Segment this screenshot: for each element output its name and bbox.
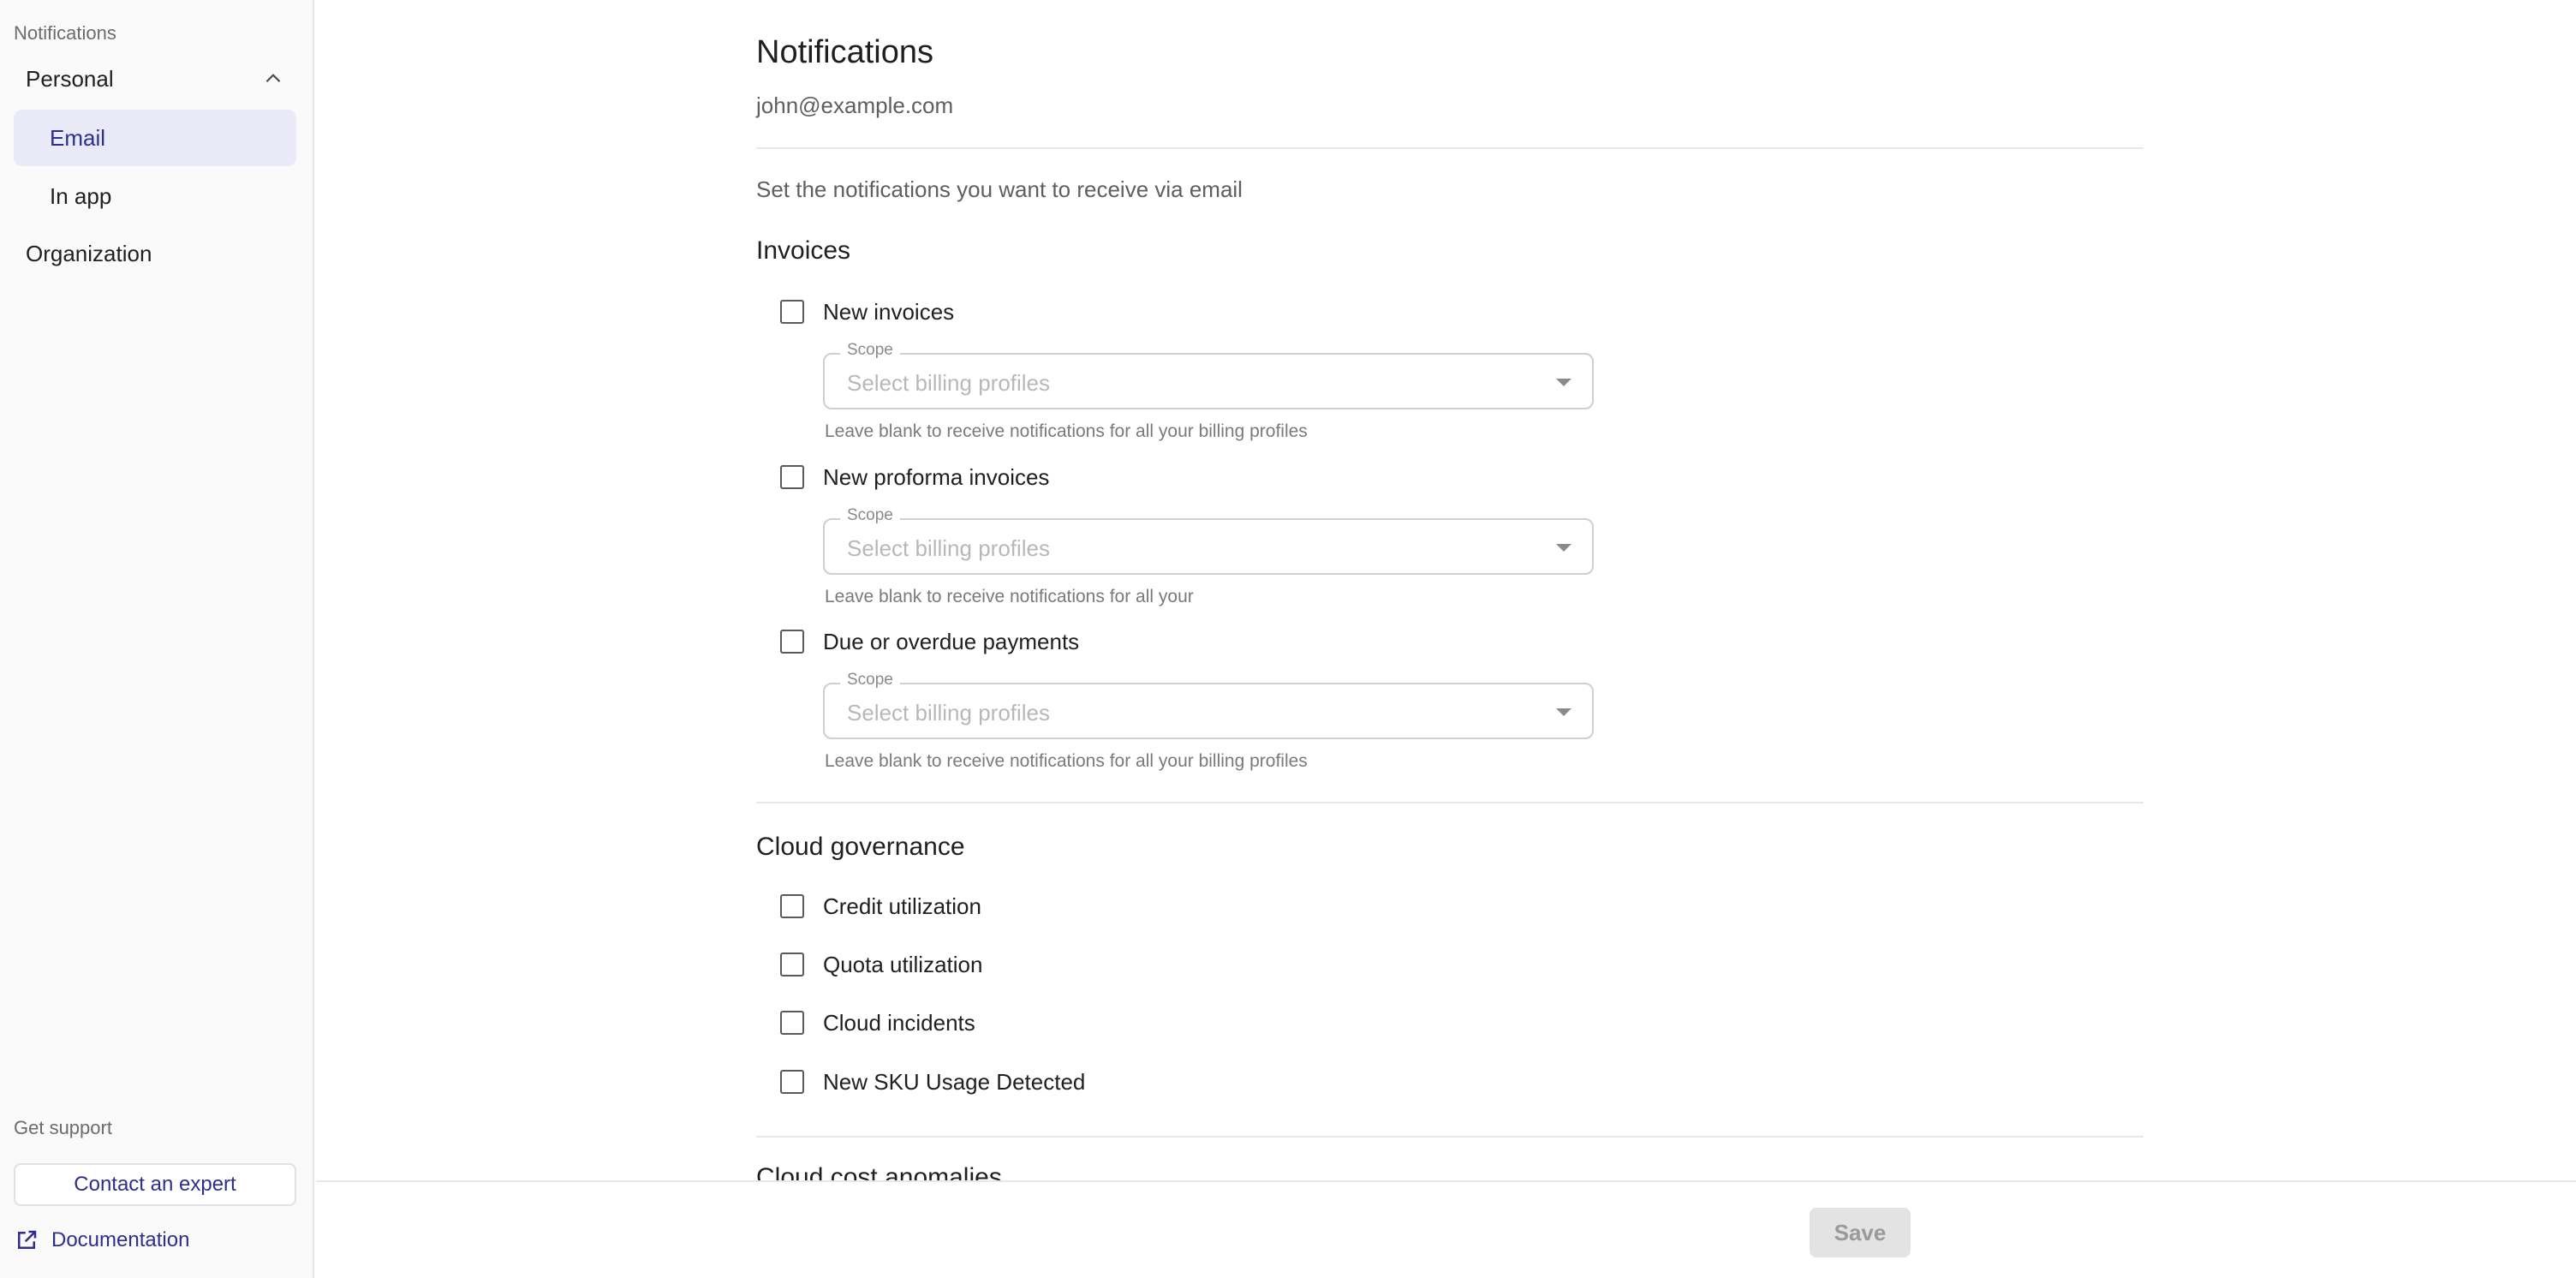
field-legend: Scope: [840, 506, 900, 525]
checkbox-label: Credit utilization: [823, 893, 981, 919]
checkbox-box[interactable]: [780, 1070, 804, 1094]
documentation-label: Documentation: [51, 1228, 190, 1251]
field-help-text: Leave blank to receive notifications for…: [825, 421, 1308, 441]
sidebar: Notifications Personal Email In app Orga…: [0, 0, 314, 1278]
sidebar-item-email[interactable]: Email: [14, 110, 296, 166]
checkbox-label: Quota utilization: [823, 951, 983, 977]
field-placeholder: Select billing profiles: [847, 370, 1051, 396]
checkbox-box[interactable]: [780, 630, 804, 654]
checkbox-new-proforma-invoices[interactable]: New proforma invoices: [780, 460, 1049, 494]
field-help-text: Leave blank to receive notifications for…: [825, 751, 1308, 771]
save-button[interactable]: Save: [1810, 1208, 1911, 1257]
action-bar: Save: [316, 1180, 2576, 1278]
checkbox-label: Cloud incidents: [823, 1009, 975, 1036]
field-help-text: Leave blank to receive notifications for…: [825, 587, 1194, 606]
contact-expert-button[interactable]: Contact an expert: [14, 1163, 296, 1206]
checkbox-label: Due or overdue payments: [823, 628, 1080, 654]
checkbox-quota-utilization[interactable]: Quota utilization: [780, 947, 982, 982]
divider: [756, 147, 2144, 149]
section-title-invoices: Invoices: [756, 236, 851, 265]
checkbox-credit-utilization[interactable]: Credit utilization: [780, 889, 981, 923]
checkbox-box[interactable]: [780, 465, 804, 489]
field-placeholder: Select billing profiles: [847, 535, 1051, 561]
user-email: john@example.com: [756, 93, 954, 118]
scope-select-due-overdue-payments[interactable]: Scope Select billing profiles: [823, 671, 1594, 739]
field-placeholder: Select billing profiles: [847, 700, 1051, 726]
checkbox-box[interactable]: [780, 953, 804, 976]
checkbox-label: New invoices: [823, 298, 955, 325]
documentation-link[interactable]: Documentation: [14, 1223, 189, 1257]
checkbox-box[interactable]: [780, 894, 804, 918]
scope-select-new-invoices[interactable]: Scope Select billing profiles: [823, 341, 1594, 409]
page-title: Notifications: [756, 34, 933, 70]
sidebar-group-label: Personal: [26, 65, 114, 92]
checkbox-label: New proforma invoices: [823, 463, 1050, 490]
checkbox-due-overdue-payments[interactable]: Due or overdue payments: [780, 624, 1079, 659]
sidebar-item-in-app[interactable]: In app: [14, 168, 296, 224]
sidebar-group-personal[interactable]: Personal: [14, 55, 296, 103]
checkbox-cloud-incidents[interactable]: Cloud incidents: [780, 1006, 975, 1040]
field-legend: Scope: [840, 341, 900, 360]
checkbox-box[interactable]: [780, 300, 804, 324]
support-label: Get support: [14, 1117, 112, 1138]
main-content: Notifications john@example.com Set the n…: [316, 0, 2576, 1180]
checkbox-box[interactable]: [780, 1011, 804, 1035]
sidebar-item-organization[interactable]: Organization: [14, 230, 296, 278]
sidebar-section-label: Notifications: [14, 22, 116, 44]
caret-down-icon: [1556, 708, 1571, 716]
section-title-cloud-cost-anomalies: Cloud cost anomalies: [756, 1163, 1002, 1180]
caret-down-icon: [1556, 379, 1571, 386]
scope-select-new-proforma-invoices[interactable]: Scope Select billing profiles: [823, 506, 1594, 575]
external-link-icon: [18, 1230, 37, 1249]
chevron-up-icon: [265, 74, 281, 83]
checkbox-new-invoices[interactable]: New invoices: [780, 295, 954, 329]
section-title-cloud-governance: Cloud governance: [756, 833, 965, 861]
divider: [756, 1136, 2144, 1138]
intro-text: Set the notifications you want to receiv…: [756, 176, 1243, 202]
divider: [756, 802, 2144, 803]
checkbox-new-sku-usage[interactable]: New SKU Usage Detected: [780, 1065, 1085, 1099]
caret-down-icon: [1556, 544, 1571, 552]
checkbox-label: New SKU Usage Detected: [823, 1068, 1086, 1095]
field-legend: Scope: [840, 671, 900, 690]
